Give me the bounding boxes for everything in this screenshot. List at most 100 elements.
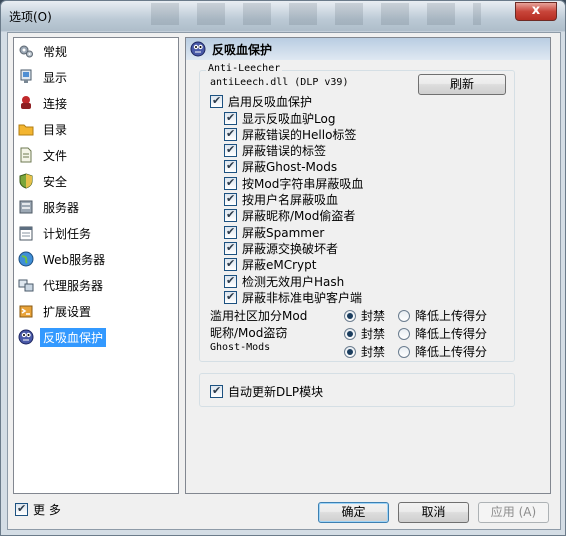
close-button[interactable]: x xyxy=(515,2,557,21)
option-label: 屏蔽非标准电驴客户端 xyxy=(242,291,363,305)
option-label: 屏蔽eMCrypt xyxy=(242,258,317,272)
option-checkbox[interactable] xyxy=(224,127,237,141)
category-sidebar: 常规 显示 连接 目录 文件 安全 服务器 计划任务 Web服务器 代理服务器 … xyxy=(13,37,179,494)
sidebar-item-antileech[interactable]: 反吸血保护 xyxy=(18,326,176,348)
antileech-icon xyxy=(190,41,206,57)
option-ghost-mods[interactable]: 屏蔽Ghost-Mods xyxy=(224,158,337,175)
sidebar-item-display[interactable]: 显示 xyxy=(18,66,176,88)
radio-ban[interactable]: 封禁 xyxy=(344,343,385,360)
auto-update-label: 自动更新DLP模块 xyxy=(228,385,324,399)
apply-button[interactable]: 应用 (A) xyxy=(478,502,549,523)
ok-button[interactable]: 确定 xyxy=(318,502,389,523)
dll-version-label: antiLeech.dll (DLP v39) xyxy=(210,77,349,88)
radio-button[interactable] xyxy=(398,327,410,340)
file-icon xyxy=(20,147,32,163)
more-label: 更 多 xyxy=(33,503,61,517)
sidebar-item-security[interactable]: 安全 xyxy=(18,170,176,192)
option-spammer[interactable]: 屏蔽Spammer xyxy=(224,224,324,241)
option-checkbox[interactable] xyxy=(224,159,237,173)
sidebar-item-connection[interactable]: 连接 xyxy=(18,92,176,114)
monitor-icon xyxy=(20,69,32,83)
group-title: Anti-Leecher xyxy=(206,63,283,74)
options-window: 选项(O) x 常规 显示 连接 目录 文件 安全 服务器 计划任务 Web服务… xyxy=(0,0,566,536)
radio-label: 降低上传得分 xyxy=(415,309,488,323)
sidebar-item-general[interactable]: 常规 xyxy=(18,40,176,62)
sidebar-item-webserver[interactable]: Web服务器 xyxy=(18,248,176,270)
option-checkbox[interactable] xyxy=(224,241,237,255)
sidebar-item-label: 显示 xyxy=(43,70,68,85)
option-checkbox[interactable] xyxy=(224,225,237,239)
sidebar-item-label: 连接 xyxy=(43,96,68,111)
sidebar-item-scheduler[interactable]: 计划任务 xyxy=(18,222,176,244)
radio-button[interactable] xyxy=(398,345,410,358)
option-label: 按用户名屏蔽吸血 xyxy=(242,193,339,207)
sidebar-item-extended[interactable]: 扩展设置 xyxy=(18,300,176,322)
radio-label: 封禁 xyxy=(361,327,386,341)
globe-icon xyxy=(18,251,34,267)
title-bar[interactable]: 选项(O) x xyxy=(1,1,565,31)
proxy-icon xyxy=(18,279,34,292)
sidebar-item-files[interactable]: 文件 xyxy=(18,144,176,166)
radio-button[interactable] xyxy=(344,309,356,322)
folder-icon xyxy=(18,124,34,136)
refresh-button[interactable]: 刷新 xyxy=(418,74,506,95)
panel-title: 反吸血保护 xyxy=(212,42,273,57)
radio-ban[interactable]: 封禁 xyxy=(344,307,385,324)
option-checkbox[interactable] xyxy=(224,257,237,271)
option-nick-thief[interactable]: 屏蔽昵称/Mod偷盗者 xyxy=(224,207,355,224)
option-label: 屏蔽源交换破坏者 xyxy=(242,242,339,256)
option-invalid-hash[interactable]: 检测无效用户Hash xyxy=(224,273,344,290)
option-checkbox[interactable] xyxy=(224,111,237,125)
option-mod-string[interactable]: 按Mod字符串屏蔽吸血 xyxy=(224,175,363,192)
option-checkbox[interactable] xyxy=(224,290,237,304)
radio-button[interactable] xyxy=(398,309,410,322)
antileech-icon xyxy=(18,329,34,345)
auto-update-checkbox[interactable] xyxy=(210,384,223,398)
option-checkbox[interactable] xyxy=(224,274,237,288)
sidebar-item-server[interactable]: 服务器 xyxy=(18,196,176,218)
more-toggle[interactable]: 更 多 xyxy=(15,501,61,518)
option-bad-tags[interactable]: 屏蔽错误的标签 xyxy=(224,142,326,159)
option-nonstandard-client[interactable]: 屏蔽非标准电驴客户端 xyxy=(224,289,362,306)
sidebar-item-label: 扩展设置 xyxy=(43,304,92,319)
radio-reduce-score[interactable]: 降低上传得分 xyxy=(398,343,487,360)
option-username[interactable]: 按用户名屏蔽吸血 xyxy=(224,191,338,208)
calendar-icon xyxy=(19,226,33,241)
radio-button[interactable] xyxy=(344,327,356,340)
enable-antileech-option[interactable]: 启用反吸血保护 xyxy=(210,93,312,110)
option-label: 屏蔽Ghost-Mods xyxy=(242,160,338,174)
radio-ban[interactable]: 封禁 xyxy=(344,325,385,342)
option-label: 屏蔽错误的Hello标签 xyxy=(242,128,357,142)
radio-reduce-score[interactable]: 降低上传得分 xyxy=(398,307,487,324)
option-source-exchange[interactable]: 屏蔽源交换破坏者 xyxy=(224,240,338,257)
option-checkbox[interactable] xyxy=(224,192,237,206)
radio-reduce-score[interactable]: 降低上传得分 xyxy=(398,325,487,342)
option-label: 屏蔽Spammer xyxy=(242,226,325,240)
option-label: 显示反吸血驴Log xyxy=(242,112,336,126)
radio-label: 封禁 xyxy=(361,345,386,359)
radio-button[interactable] xyxy=(344,345,356,358)
option-checkbox[interactable] xyxy=(224,176,237,190)
radio-label: 降低上传得分 xyxy=(415,327,488,341)
window-title: 选项(O) xyxy=(9,10,52,24)
option-checkbox[interactable] xyxy=(224,208,237,222)
radio-label: 降低上传得分 xyxy=(415,345,488,359)
auto-update-option[interactable]: 自动更新DLP模块 xyxy=(210,383,323,400)
more-checkbox[interactable] xyxy=(15,502,28,516)
enable-antileech-checkbox[interactable] xyxy=(210,94,223,108)
option-label: 检测无效用户Hash xyxy=(242,275,345,289)
cancel-button[interactable]: 取消 xyxy=(398,502,469,523)
option-bad-hello[interactable]: 屏蔽错误的Hello标签 xyxy=(224,126,356,143)
settings-panel: 反吸血保护 Anti-Leecher antiLeech.dll (DLP v3… xyxy=(185,37,551,494)
shield-icon xyxy=(19,173,33,189)
background-ghost xyxy=(151,3,481,25)
option-label: 屏蔽错误的标签 xyxy=(242,144,327,158)
option-emcrypt[interactable]: 屏蔽eMCrypt xyxy=(224,256,316,273)
sidebar-item-proxy[interactable]: 代理服务器 xyxy=(18,274,176,296)
option-show-log[interactable]: 显示反吸血驴Log xyxy=(224,110,335,127)
sidebar-item-directories[interactable]: 目录 xyxy=(18,118,176,140)
sidebar-item-label: 计划任务 xyxy=(43,226,92,241)
puzzle-icon xyxy=(19,305,33,318)
option-checkbox[interactable] xyxy=(224,143,237,157)
option-label: 屏蔽昵称/Mod偷盗者 xyxy=(242,209,356,223)
